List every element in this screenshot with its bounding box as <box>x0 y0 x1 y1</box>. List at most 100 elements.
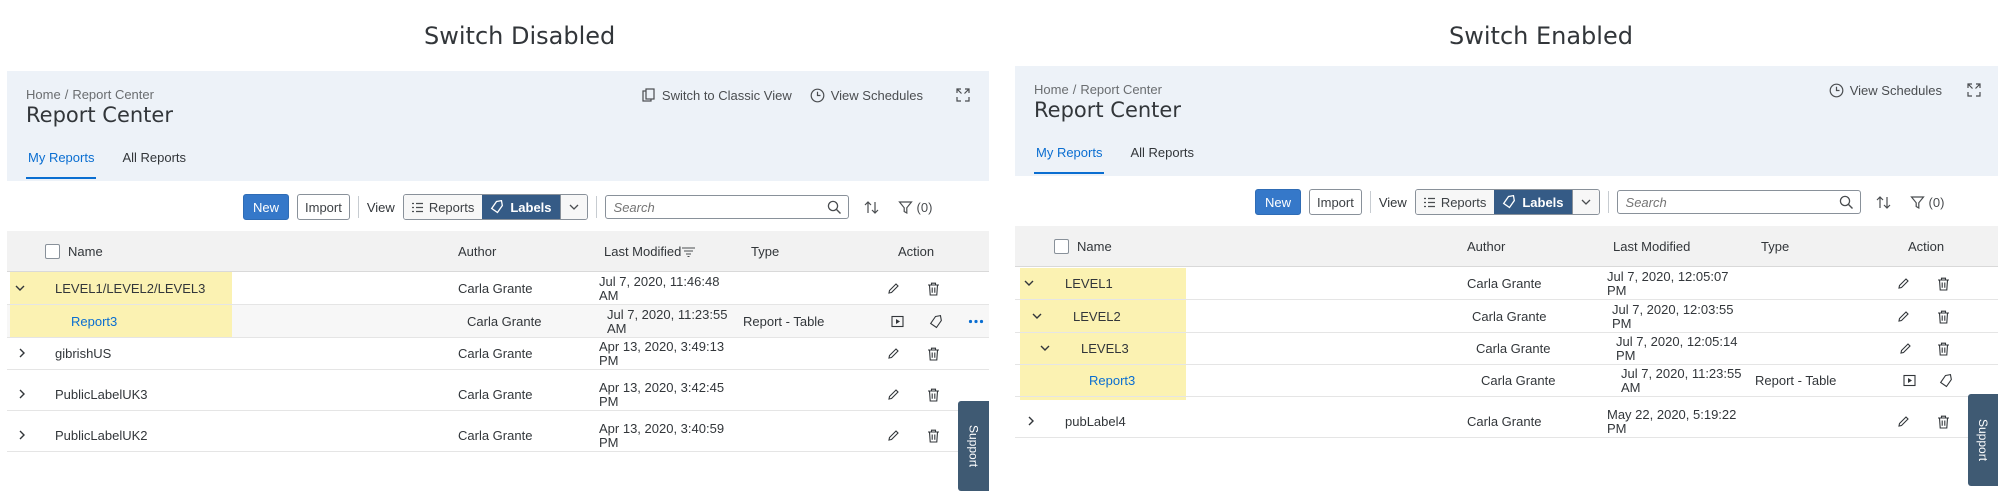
label-name[interactable]: PublicLabelUK2 <box>55 428 148 443</box>
column-name[interactable]: Name <box>68 244 103 259</box>
report-link[interactable]: Report3 <box>1089 373 1135 388</box>
label-name[interactable]: PublicLabelUK3 <box>55 387 148 402</box>
run-icon[interactable] <box>891 315 904 328</box>
view-reports-option[interactable]: Reports <box>403 195 483 219</box>
table-row[interactable]: LEVEL2 Carla Grante Jul 7, 2020, 12:03:5… <box>1015 300 1998 333</box>
column-last-modified[interactable]: Last Modified <box>604 244 696 259</box>
table-row[interactable]: gibrishUS Carla Grante Apr 13, 2020, 3:4… <box>7 337 989 370</box>
label-name[interactable]: LEVEL1 <box>1065 276 1113 291</box>
delete-icon[interactable] <box>927 429 940 443</box>
tab-my-reports[interactable]: My Reports <box>1034 138 1105 174</box>
label-name[interactable]: LEVEL2 <box>1073 309 1121 324</box>
edit-icon[interactable] <box>887 282 900 295</box>
label-name[interactable]: pubLabel4 <box>1065 414 1126 429</box>
view-labels-option[interactable]: Labels <box>482 195 560 219</box>
view-dropdown-button[interactable] <box>559 195 587 219</box>
delete-icon[interactable] <box>927 282 940 296</box>
modified-date: May 22, 2020, 5:19:22 <box>1607 407 1737 422</box>
view-dropdown-button[interactable] <box>1571 190 1599 214</box>
chevron-right-icon[interactable] <box>16 429 28 441</box>
filter-button[interactable]: (0) <box>897 200 932 215</box>
edit-icon[interactable] <box>1897 310 1910 323</box>
search-input[interactable] <box>605 199 848 215</box>
copy-icon <box>642 88 656 102</box>
edit-icon[interactable] <box>887 347 900 360</box>
delete-icon[interactable] <box>1937 415 1950 429</box>
table-row[interactable]: Report3 Carla Grante Jul 7, 2020, 11:23:… <box>1015 364 1998 397</box>
label-name[interactable]: gibrishUS <box>55 346 111 361</box>
delete-icon[interactable] <box>1937 310 1950 324</box>
column-last-modified[interactable]: Last Modified <box>1613 239 1690 254</box>
view-schedules-button[interactable]: View Schedules <box>810 88 923 103</box>
select-all-checkbox[interactable] <box>1054 239 1069 254</box>
tab-all-reports[interactable]: All Reports <box>1130 138 1194 174</box>
column-type[interactable]: Type <box>751 244 779 259</box>
view-labels-option[interactable]: Labels <box>1494 190 1572 214</box>
more-icon[interactable] <box>968 315 984 328</box>
column-type[interactable]: Type <box>1761 239 1789 254</box>
new-button[interactable]: New <box>243 194 290 220</box>
delete-icon[interactable] <box>1937 277 1950 291</box>
chevron-down-icon[interactable] <box>1023 277 1035 289</box>
column-author[interactable]: Author <box>1467 239 1505 254</box>
page-header: Home / Report Center Report Center Switch … <box>7 71 989 181</box>
breadcrumb-home[interactable]: Home <box>1034 82 1069 97</box>
new-button[interactable]: New <box>1255 189 1302 215</box>
edit-icon[interactable] <box>887 388 900 401</box>
edit-icon[interactable] <box>1899 342 1912 355</box>
page-title: Report Center <box>1034 98 1181 122</box>
breadcrumb-current[interactable]: Report Center <box>1080 82 1162 97</box>
table-row[interactable]: LEVEL1/LEVEL2/LEVEL3 Carla Grante Jul 7,… <box>7 272 989 305</box>
delete-icon[interactable] <box>927 388 940 402</box>
view-schedules-button[interactable]: View Schedules <box>1829 83 1942 98</box>
search-field[interactable] <box>604 195 849 219</box>
column-name[interactable]: Name <box>1077 239 1112 254</box>
search-input[interactable] <box>1617 194 1860 210</box>
chevron-right-icon[interactable] <box>16 347 28 359</box>
delete-icon[interactable] <box>1937 342 1950 356</box>
report-link[interactable]: Report3 <box>71 314 117 329</box>
table-row[interactable]: LEVEL1 Carla Grante Jul 7, 2020, 12:05:0… <box>1015 267 1998 300</box>
breadcrumb-home[interactable]: Home <box>26 87 61 102</box>
search-icon[interactable] <box>827 200 842 215</box>
import-button[interactable]: Import <box>1309 189 1362 215</box>
search-icon[interactable] <box>1839 195 1854 210</box>
fullscreen-button[interactable] <box>1966 82 1982 98</box>
support-button[interactable]: Support <box>958 401 989 491</box>
tab-my-reports[interactable]: My Reports <box>26 143 97 179</box>
run-icon[interactable] <box>1903 374 1916 387</box>
column-author[interactable]: Author <box>458 244 496 259</box>
select-all-checkbox[interactable] <box>45 244 60 259</box>
tag-icon[interactable] <box>929 315 943 329</box>
chevron-down-icon[interactable] <box>1039 342 1051 354</box>
delete-icon[interactable] <box>927 347 940 361</box>
fullscreen-button[interactable] <box>955 87 971 103</box>
table-row[interactable]: pubLabel4 Carla Grante May 22, 2020, 5:1… <box>1015 405 1998 438</box>
filter-button[interactable]: (0) <box>1909 194 1945 210</box>
author-cell: Carla Grante <box>1481 373 1556 388</box>
table-row[interactable]: LEVEL3 Carla Grante Jul 7, 2020, 12:05:1… <box>1015 332 1998 365</box>
search-field[interactable] <box>1616 190 1861 214</box>
view-reports-option[interactable]: Reports <box>1415 190 1495 214</box>
table-row[interactable]: Report3 Carla Grante Jul 7, 2020, 11:23:… <box>7 305 989 338</box>
edit-icon[interactable] <box>1897 415 1910 428</box>
switch-to-classic-view-button[interactable]: Switch to Classic View <box>642 88 792 103</box>
support-button[interactable]: Support <box>1968 394 1998 486</box>
chevron-down-icon[interactable] <box>1031 310 1043 322</box>
table-row[interactable]: PublicLabelUK3 Carla Grante Apr 13, 2020… <box>7 378 989 411</box>
breadcrumb-current[interactable]: Report Center <box>72 87 154 102</box>
label-name[interactable]: LEVEL1/LEVEL2/LEVEL3 <box>55 281 205 296</box>
chevron-right-icon[interactable] <box>16 388 28 400</box>
chevron-down-icon[interactable] <box>14 282 26 294</box>
table-row[interactable]: PublicLabelUK2 Carla Grante Apr 13, 2020… <box>7 419 989 452</box>
sort-icon[interactable] <box>863 199 880 216</box>
sort-icon[interactable] <box>1875 194 1892 211</box>
tag-icon[interactable] <box>1939 374 1953 388</box>
import-button[interactable]: Import <box>297 194 350 220</box>
edit-icon[interactable] <box>1897 277 1910 290</box>
tab-all-reports[interactable]: All Reports <box>122 143 186 179</box>
label-name[interactable]: LEVEL3 <box>1081 341 1129 356</box>
chevron-right-icon[interactable] <box>1025 415 1037 427</box>
filter-count: (0) <box>1928 194 1945 210</box>
edit-icon[interactable] <box>887 429 900 442</box>
